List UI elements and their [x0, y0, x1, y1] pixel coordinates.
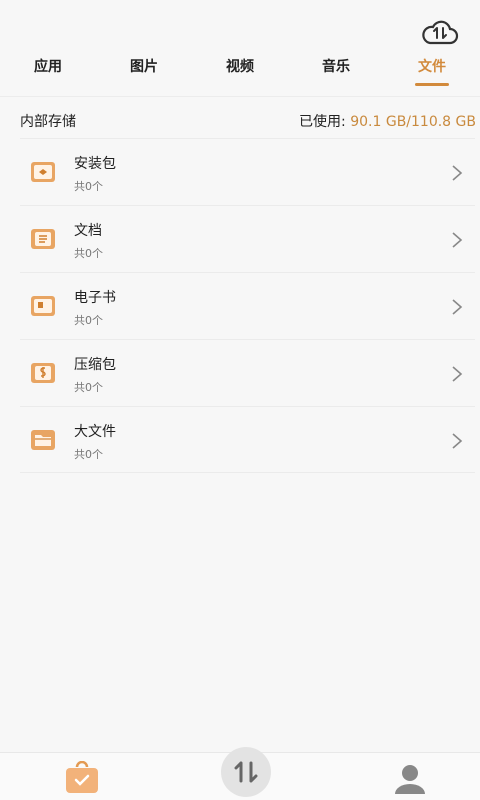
item-name: 文档 — [74, 223, 102, 239]
chevron-right-icon — [452, 366, 463, 382]
bottom-navigation — [0, 747, 480, 800]
top-bar — [0, 0, 480, 48]
list-item-ebook[interactable]: 电子书 共0个 — [20, 272, 475, 339]
tab-videos[interactable]: 视频 — [192, 48, 288, 92]
package-icon — [31, 162, 55, 182]
list-item-large-file[interactable]: 大文件 共0个 — [20, 406, 475, 473]
list-item-document[interactable]: 文档 共0个 — [20, 205, 475, 272]
chevron-right-icon — [452, 433, 463, 449]
storage-used-label: 已使用: — [299, 114, 346, 130]
folder-icon — [31, 430, 55, 450]
chevron-right-icon — [452, 232, 463, 248]
chevron-right-icon — [452, 165, 463, 181]
item-count: 共0个 — [74, 448, 103, 461]
category-tabs: 应用 图片 视频 音乐 文件 — [0, 48, 480, 92]
tab-apps[interactable]: 应用 — [0, 48, 96, 92]
document-icon — [31, 229, 55, 249]
file-category-list: 安装包 共0个 文档 共0个 电子书 共0个 压缩包 共0个 大文件 共0个 — [20, 138, 475, 473]
item-count: 共0个 — [74, 381, 103, 394]
archive-icon — [31, 363, 55, 383]
item-count: 共0个 — [74, 247, 103, 260]
transfer-button[interactable] — [221, 747, 271, 797]
tab-files[interactable]: 文件 — [384, 48, 480, 92]
item-name: 电子书 — [74, 290, 116, 306]
storage-info: 内部存储 已使用: 90.1 GB/110.8 GB — [0, 96, 480, 140]
item-count: 共0个 — [74, 180, 103, 193]
nav-files-icon[interactable] — [64, 761, 100, 795]
storage-usage: 已使用: 90.1 GB/110.8 GB — [299, 111, 476, 131]
storage-used-value: 90.1 GB/110.8 GB — [350, 114, 476, 130]
list-item-package[interactable]: 安装包 共0个 — [20, 138, 475, 205]
cloud-transfer-icon[interactable] — [420, 18, 460, 46]
item-name: 大文件 — [74, 424, 116, 440]
item-name: 压缩包 — [74, 357, 116, 373]
storage-title: 内部存储 — [20, 114, 76, 130]
profile-icon[interactable] — [392, 762, 428, 796]
tab-images[interactable]: 图片 — [96, 48, 192, 92]
transfer-arrows-icon — [234, 761, 258, 783]
list-item-archive[interactable]: 压缩包 共0个 — [20, 339, 475, 406]
tab-music[interactable]: 音乐 — [288, 48, 384, 92]
ebook-icon — [31, 296, 55, 316]
chevron-right-icon — [452, 299, 463, 315]
item-name: 安装包 — [74, 156, 116, 172]
item-count: 共0个 — [74, 314, 103, 327]
